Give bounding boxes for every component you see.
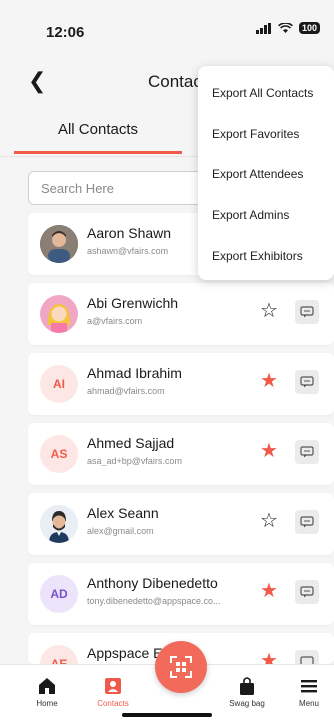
nav-home[interactable]: Home [17, 675, 77, 708]
contact-email: ashawn@vfairs.com [87, 246, 169, 256]
chat-icon[interactable] [295, 370, 319, 394]
contact-card[interactable]: Alex Seann alex@gmail.com ☆ [28, 493, 334, 555]
contact-email: tony.dibenedetto@appspace.co... [87, 596, 221, 606]
status-icons: 100 [255, 22, 320, 34]
star-icon[interactable]: ★ [260, 371, 278, 391]
contact-card[interactable]: Abi Grenwichh a@vfairs.com ☆ [28, 283, 334, 345]
contact-name: Ahmed Sajjad [87, 435, 175, 451]
contact-name: Appspace E [87, 645, 163, 661]
contact-email: asa_ad+bp@vfairs.com [87, 456, 182, 466]
chat-icon[interactable] [295, 510, 319, 534]
battery-indicator: 100 [298, 22, 320, 34]
menu-item-export-favorites[interactable]: Export Favorites [212, 127, 299, 141]
avatar: AE [40, 645, 78, 664]
contact-card[interactable]: AS Ahmed Sajjad asa_ad+bp@vfairs.com ★ [28, 423, 334, 485]
menu-item-export-exhibitors[interactable]: Export Exhibitors [212, 249, 303, 263]
back-icon[interactable]: ❮ [28, 70, 46, 92]
avatar: AI [40, 365, 78, 403]
menu-icon [301, 680, 317, 693]
chat-icon[interactable] [295, 300, 319, 324]
contact-name: Ahmad Ibrahim [87, 365, 182, 381]
home-indicator [122, 713, 212, 717]
tab-all-contacts[interactable]: All Contacts [14, 108, 182, 154]
status-time: 12:06 [46, 24, 85, 41]
page-title: Contac [148, 72, 202, 91]
chat-icon[interactable] [295, 440, 319, 464]
contact-name: Anthony Dibenedetto [87, 575, 218, 591]
signal-icon [255, 22, 271, 34]
star-icon[interactable]: ☆ [260, 511, 278, 531]
contact-email: a@vfairs.com [87, 316, 143, 326]
avatar [40, 505, 78, 543]
chat-icon[interactable] [295, 580, 319, 604]
star-icon[interactable]: ★ [260, 651, 278, 664]
home-icon [39, 678, 55, 694]
bag-icon [240, 677, 254, 695]
avatar [40, 295, 78, 333]
contacts-icon [105, 678, 121, 694]
star-icon[interactable]: ★ [260, 441, 278, 461]
nav-swag-bag-label: Swag bag [229, 699, 265, 708]
menu-item-export-admins[interactable]: Export Admins [212, 208, 289, 222]
star-icon[interactable]: ★ [260, 581, 278, 601]
contact-name: Aaron Shawn [87, 225, 172, 241]
qr-scan-icon [170, 656, 192, 678]
menu-item-export-all[interactable]: Export All Contacts [212, 86, 313, 100]
contact-email: alex@gmail.com [87, 526, 154, 536]
menu-item-export-attendees[interactable]: Export Attendees [212, 167, 303, 181]
chat-icon[interactable] [295, 650, 319, 664]
contact-name: Alex Seann [87, 505, 159, 521]
star-icon[interactable]: ☆ [260, 301, 278, 321]
nav-contacts-label: Contacts [97, 699, 129, 708]
avatar: AD [40, 575, 78, 613]
scan-qr-button[interactable] [155, 641, 207, 693]
contact-card[interactable]: AI Ahmad Ibrahim ahmad@vfairs.com ★ [28, 353, 334, 415]
status-bar: 12:06 100 [0, 0, 334, 60]
avatar: AS [40, 435, 78, 473]
contact-card[interactable]: AD Anthony Dibenedetto tony.dibenedetto@… [28, 563, 334, 625]
export-menu: Export All Contacts Export Favorites Exp… [198, 66, 334, 280]
avatar [40, 225, 78, 263]
contact-name: Abi Grenwichh [87, 295, 179, 311]
contact-email: ahmad@vfairs.com [87, 386, 165, 396]
nav-menu-label: Menu [298, 699, 319, 708]
wifi-icon [278, 22, 293, 33]
nav-contacts[interactable]: Contacts [83, 675, 143, 708]
nav-home-label: Home [36, 699, 58, 708]
nav-swag-bag[interactable]: Swag bag [217, 675, 277, 708]
nav-menu[interactable]: Menu [284, 675, 334, 708]
